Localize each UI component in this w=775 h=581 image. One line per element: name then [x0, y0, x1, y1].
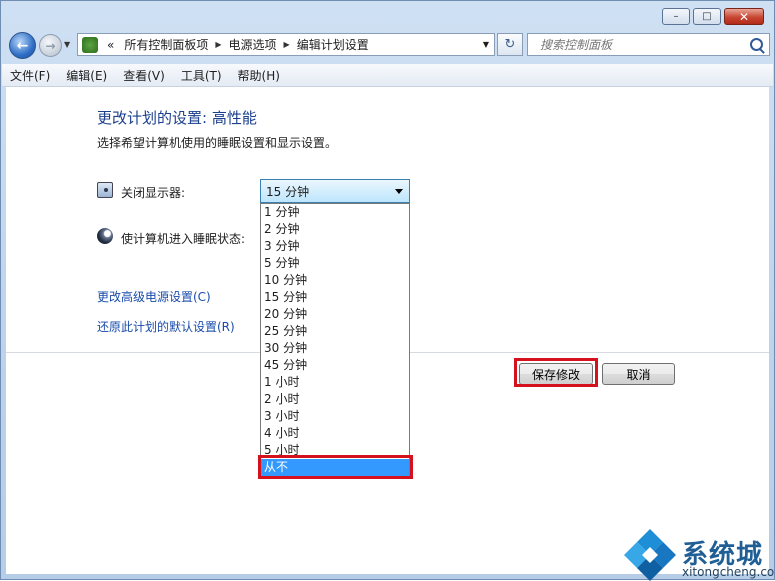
turn-off-display-options: 1 分钟 2 分钟 3 分钟 5 分钟 10 分钟 15 分钟 20 分钟 25…	[260, 203, 410, 477]
dropdown-option[interactable]: 2 小时	[261, 391, 409, 408]
forward-button[interactable]: →	[39, 34, 62, 57]
dropdown-option[interactable]: 1 分钟	[261, 204, 409, 221]
menu-bar: 文件(F) 编辑(E) 查看(V) 工具(T) 帮助(H)	[2, 64, 773, 87]
sleep-label: 使计算机进入睡眠状态:	[121, 232, 246, 246]
breadcrumb-edit-plan[interactable]: 编辑计划设置	[292, 36, 374, 53]
chevron-down-icon[interactable]	[395, 188, 403, 194]
menu-file[interactable]: 文件(F)	[2, 67, 58, 84]
cancel-button[interactable]: 取消	[602, 363, 675, 385]
breadcrumb-power-options[interactable]: 电源选项	[224, 36, 282, 53]
breadcrumb-all-items[interactable]: 所有控制面板项	[119, 36, 213, 53]
search-icon[interactable]	[750, 38, 763, 51]
search-box[interactable]	[527, 33, 770, 56]
page-title: 更改计划的设置: 高性能	[97, 109, 257, 127]
save-changes-button[interactable]: 保存修改	[519, 363, 593, 385]
address-bar[interactable]: « 所有控制面板项 ▶ 电源选项 ▶ 编辑计划设置 ▼	[77, 33, 495, 56]
control-panel-icon	[82, 36, 98, 53]
dropdown-option[interactable]: 5 分钟	[261, 255, 409, 272]
watermark-logo	[624, 529, 676, 581]
search-input[interactable]	[538, 36, 747, 53]
watermark-url: xitongcheng.com	[682, 565, 775, 579]
dropdown-option[interactable]: 25 分钟	[261, 323, 409, 340]
dropdown-option[interactable]: 30 分钟	[261, 340, 409, 357]
dropdown-option[interactable]: 3 小时	[261, 408, 409, 425]
refresh-button[interactable]: ↻	[497, 33, 523, 56]
dropdown-option[interactable]: 3 分钟	[261, 238, 409, 255]
dropdown-option[interactable]: 5 小时	[261, 442, 409, 459]
address-chevron[interactable]: «	[102, 38, 119, 52]
breadcrumb-separator-icon[interactable]: ▶	[282, 40, 292, 49]
dropdown-option-never[interactable]: 从不	[261, 459, 409, 476]
back-button[interactable]: ←	[9, 32, 36, 59]
dropdown-option[interactable]: 2 分钟	[261, 221, 409, 238]
turn-off-display-select[interactable]: 15 分钟	[260, 179, 410, 203]
close-button[interactable]: ✕	[724, 8, 764, 25]
dropdown-option[interactable]: 1 小时	[261, 374, 409, 391]
dropdown-option[interactable]: 10 分钟	[261, 272, 409, 289]
dropdown-option[interactable]: 20 分钟	[261, 306, 409, 323]
navigation-bar: ← → ▼ « 所有控制面板项 ▶ 电源选项 ▶ 编辑计划设置 ▼ ↻	[5, 31, 770, 61]
dropdown-option[interactable]: 15 分钟	[261, 289, 409, 306]
dropdown-option[interactable]: 45 分钟	[261, 357, 409, 374]
breadcrumb-separator-icon[interactable]: ▶	[213, 40, 223, 49]
page-subtitle: 选择希望计算机使用的睡眠设置和显示设置。	[97, 136, 338, 150]
minimize-button[interactable]: –	[662, 8, 690, 25]
display-icon	[97, 182, 113, 198]
window-frame: – □ ✕ ← → ▼ « 所有控制面板项 ▶ 电源选项 ▶ 编辑计划设置 ▼ …	[0, 0, 775, 581]
recent-pages-dropdown-icon[interactable]: ▼	[64, 40, 70, 49]
turn-off-display-label: 关闭显示器:	[121, 186, 186, 200]
menu-edit[interactable]: 编辑(E)	[58, 67, 115, 84]
restore-defaults-link[interactable]: 还原此计划的默认设置(R)	[97, 318, 235, 335]
menu-help[interactable]: 帮助(H)	[230, 67, 288, 84]
content-pane: 更改计划的设置: 高性能 选择希望计算机使用的睡眠设置和显示设置。 关闭显示器:…	[6, 87, 775, 581]
maximize-button[interactable]: □	[693, 8, 721, 25]
menu-view[interactable]: 查看(V)	[115, 67, 173, 84]
dropdown-option[interactable]: 4 小时	[261, 425, 409, 442]
window-controls: – □ ✕	[662, 8, 764, 25]
advanced-power-settings-link[interactable]: 更改高级电源设置(C)	[97, 288, 211, 305]
sleep-icon	[97, 228, 113, 244]
turn-off-display-value: 15 分钟	[266, 184, 310, 199]
menu-tools[interactable]: 工具(T)	[173, 67, 230, 84]
address-dropdown-icon[interactable]: ▼	[483, 40, 489, 49]
